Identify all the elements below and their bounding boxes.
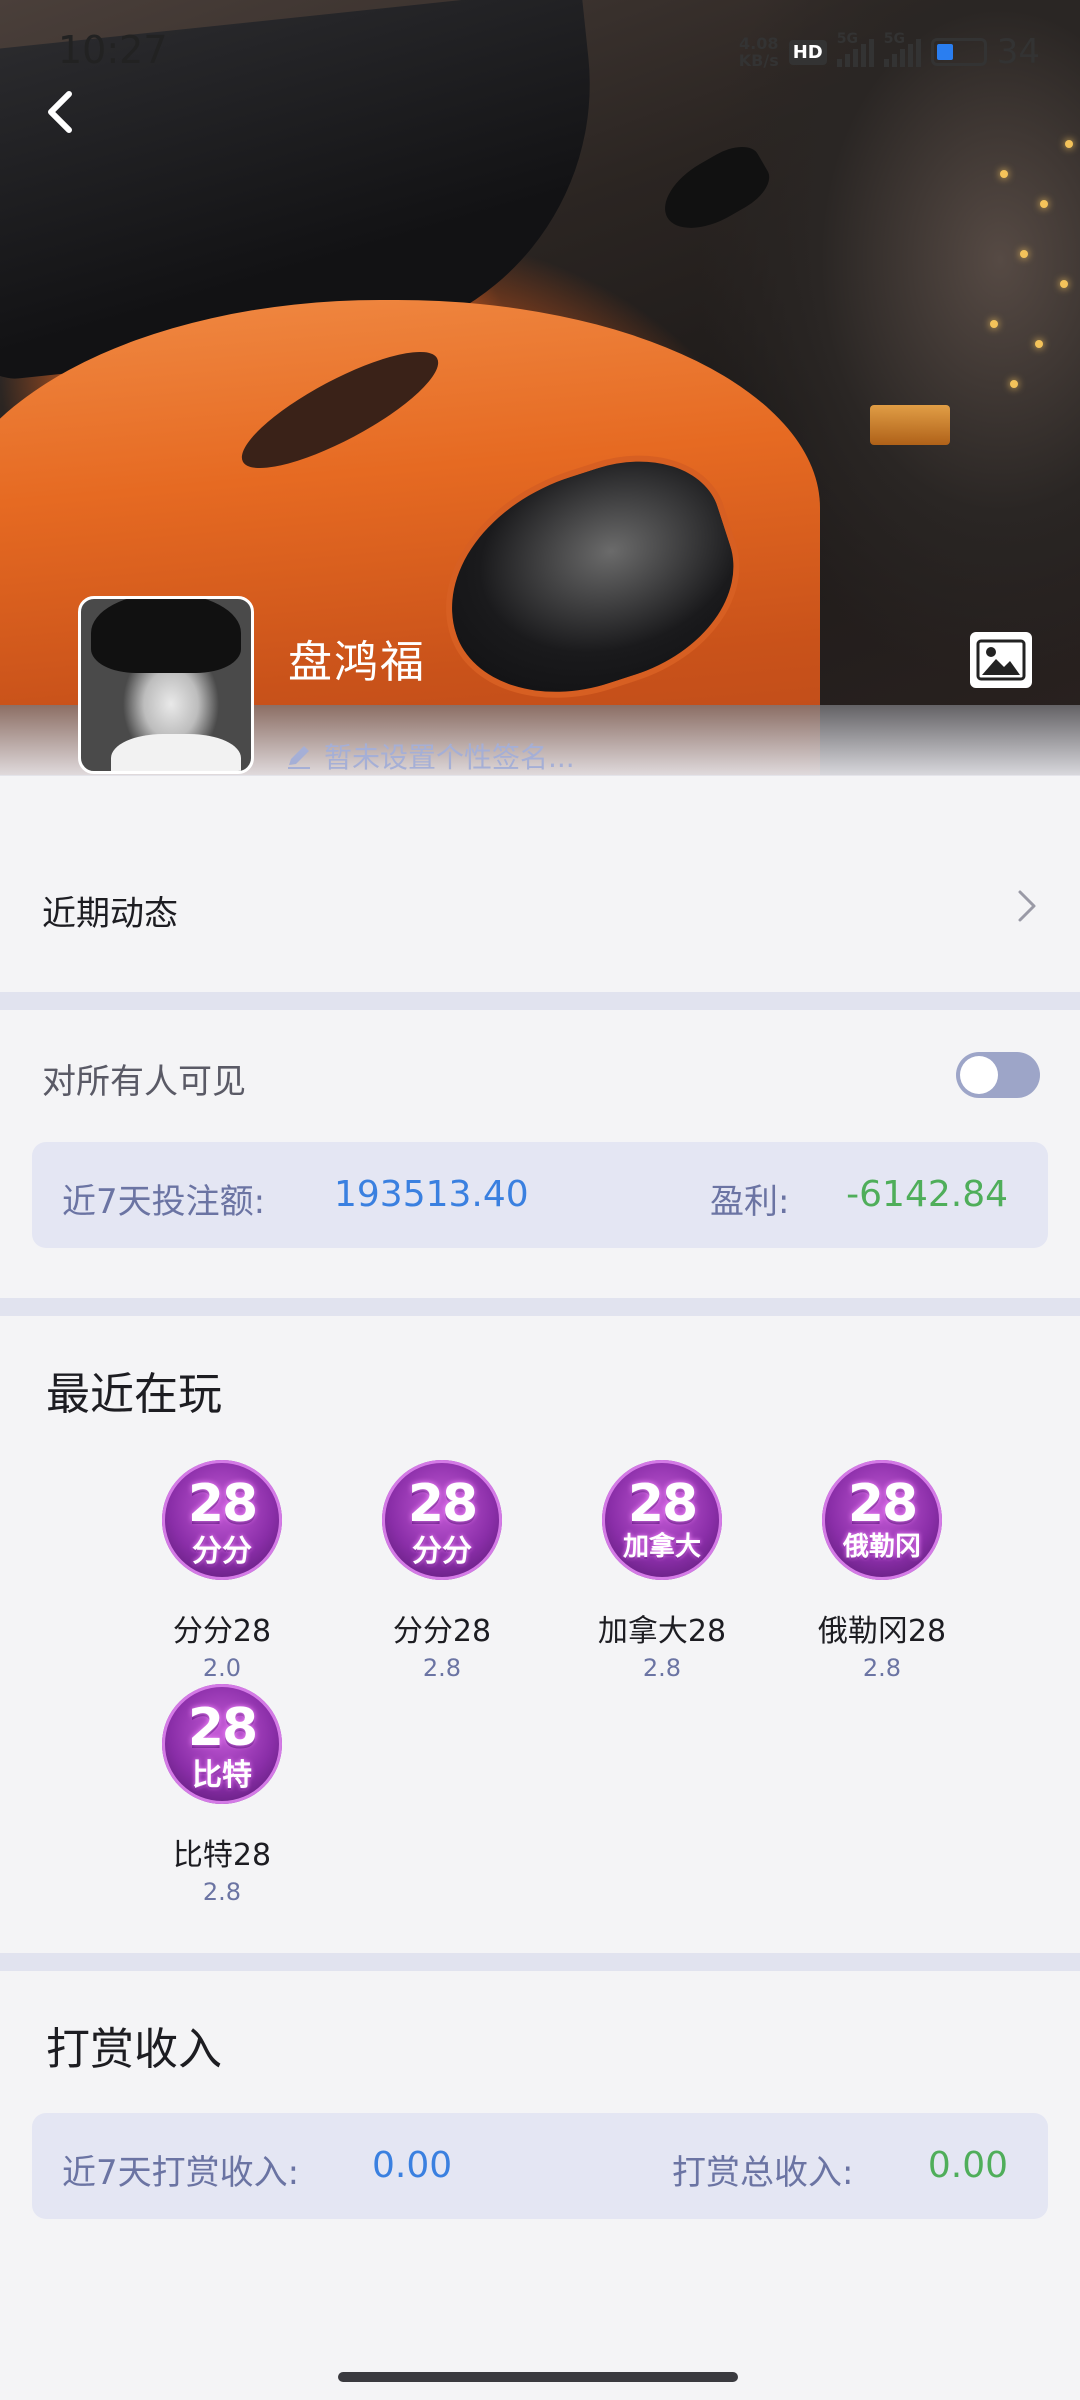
- username: 盘鸿福: [288, 637, 426, 688]
- change-cover-button[interactable]: [970, 632, 1032, 688]
- recently-playing-title: 最近在玩: [46, 1369, 222, 1420]
- game-item[interactable]: 28 比特 比特28 2.8: [137, 1684, 307, 1906]
- chevron-left-icon: [48, 91, 72, 133]
- game-icon: 28 分分: [382, 1460, 502, 1580]
- pencil-icon: [288, 746, 310, 769]
- game-name: 分分28: [392, 1614, 492, 1649]
- section-divider: [0, 1298, 1080, 1316]
- game-icon: 28 分分: [162, 1460, 282, 1580]
- profit-value: -6142.84: [846, 1174, 1008, 1215]
- tip-total-label: 打赏总收入:: [672, 2153, 854, 2193]
- recently-playing-section: 最近在玩 28 分分 分分28 2.0 28 分分 分分28 2.8 28 加拿…: [0, 1316, 1080, 1953]
- game-icon-number: 28: [627, 1474, 698, 1534]
- signal-icon: 5G: [836, 31, 874, 67]
- game-icon-number: 28: [407, 1474, 478, 1534]
- game-name: 俄勒冈28: [817, 1614, 947, 1649]
- game-name: 比特28: [172, 1838, 272, 1873]
- game-item[interactable]: 28 俄勒冈 俄勒冈28 2.8: [797, 1460, 967, 1682]
- tip-income-title: 打赏收入: [46, 2024, 222, 2075]
- recent-activity-row[interactable]: 近期动态: [0, 775, 1080, 990]
- hd-badge: HD: [788, 39, 827, 65]
- game-item[interactable]: 28 分分 分分28 2.8: [357, 1460, 527, 1682]
- game-icon-text: 加拿大: [622, 1532, 701, 1562]
- game-odds: 2.8: [422, 1654, 462, 1682]
- game-name: 分分28: [172, 1614, 272, 1649]
- game-icon-text: 分分: [192, 1534, 252, 1569]
- visibility-label: 对所有人可见: [42, 1062, 246, 1102]
- car-mirror-decor: [652, 136, 778, 244]
- game-icon-number: 28: [847, 1474, 918, 1534]
- tip-income-section: 打赏收入 近7天打赏收入: 0.00 打赏总收入: 0.00: [0, 1971, 1080, 2400]
- game-icon-text: 比特: [192, 1758, 252, 1793]
- back-button[interactable]: [32, 84, 88, 140]
- section-divider: [0, 1953, 1080, 1971]
- profit-label: 盈利:: [710, 1182, 790, 1222]
- network-speed-unit: KB/s: [738, 51, 779, 70]
- bet-label: 近7天投注额:: [62, 1182, 266, 1222]
- background-sign-decor: [870, 405, 950, 445]
- game-icon-number: 28: [187, 1698, 258, 1758]
- signature-placeholder: 暂未设置个性签名...: [324, 741, 575, 774]
- game-odds: 2.0: [202, 1654, 242, 1682]
- image-icon: [976, 639, 1026, 681]
- battery-icon: [930, 38, 987, 66]
- tip-stats-card: 近7天打赏收入: 0.00 打赏总收入: 0.00: [32, 2113, 1048, 2219]
- game-icon-number: 28: [187, 1474, 258, 1534]
- status-time: 10:27: [58, 28, 168, 72]
- game-icon: 28 加拿大: [602, 1460, 722, 1580]
- network-speed-value: 4.08: [738, 34, 779, 53]
- signal-icon: 5G: [883, 31, 921, 67]
- signal-tag: 5G: [883, 31, 905, 47]
- section-divider: [0, 992, 1080, 1010]
- tip-week-label: 近7天打赏收入:: [62, 2153, 300, 2193]
- background-lights-decor: [980, 80, 1080, 400]
- recent-activity-label: 近期动态: [42, 894, 178, 934]
- game-odds: 2.8: [642, 1654, 682, 1682]
- game-icon: 28 俄勒冈: [822, 1460, 942, 1580]
- game-name: 加拿大28: [597, 1614, 727, 1649]
- avatar[interactable]: [78, 596, 254, 774]
- status-bar: 10:27 4.08 KB/s HD 5G 5G 34: [0, 0, 1080, 90]
- signal-tag: 5G: [836, 31, 858, 47]
- game-icon-text: 分分: [412, 1534, 472, 1569]
- game-icon-text: 俄勒冈: [842, 1532, 921, 1562]
- home-indicator[interactable]: [338, 2372, 738, 2382]
- bet-value: 193513.40: [334, 1174, 529, 1215]
- network-speed: 4.08 KB/s: [739, 35, 779, 69]
- game-item[interactable]: 28 加拿大 加拿大28 2.8: [577, 1460, 747, 1682]
- signature-field[interactable]: 暂未设置个性签名...: [284, 736, 575, 776]
- tip-total-value: 0.00: [927, 2145, 1008, 2186]
- visibility-section: 对所有人可见 近7天投注额: 193513.40 盈利: -6142.84: [0, 1012, 1080, 1297]
- chevron-right-icon: [1018, 890, 1036, 922]
- game-odds: 2.8: [862, 1654, 902, 1682]
- bet-stats-card: 近7天投注额: 193513.40 盈利: -6142.84: [32, 1142, 1048, 1248]
- visibility-toggle[interactable]: [956, 1052, 1040, 1098]
- toggle-knob: [960, 1056, 998, 1094]
- game-item[interactable]: 28 分分 分分28 2.0: [137, 1460, 307, 1682]
- status-icons: 4.08 KB/s HD 5G 5G 34: [739, 30, 1040, 74]
- game-odds: 2.8: [202, 1878, 242, 1906]
- tip-week-value: 0.00: [372, 2145, 453, 2186]
- game-icon: 28 比特: [162, 1684, 282, 1804]
- battery-percent: 34: [996, 32, 1040, 72]
